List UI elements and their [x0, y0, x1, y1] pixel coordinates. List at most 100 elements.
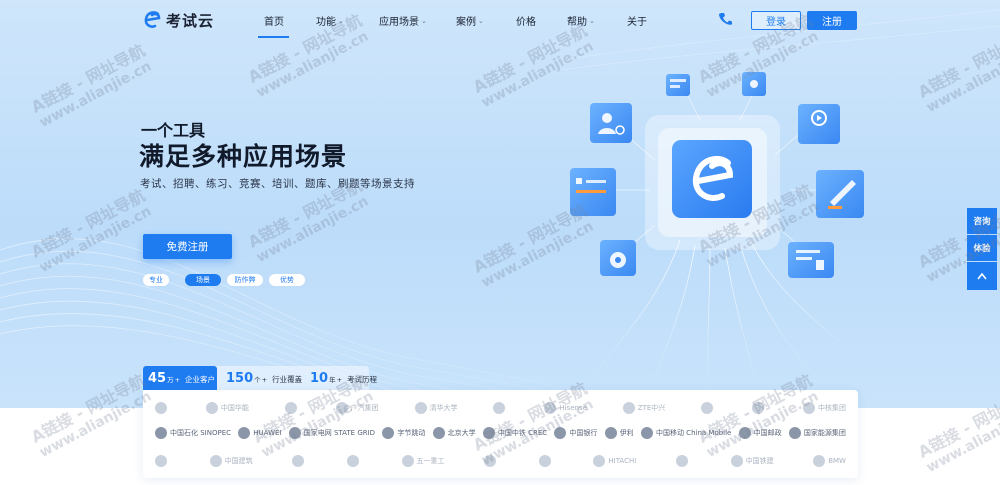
client-logo-text: 中国铁建	[745, 457, 774, 465]
nav-item-about[interactable]: 关于	[627, 13, 647, 28]
nav-item-help[interactable]: 帮助 ⌄	[567, 13, 595, 29]
client-logo-icon	[401, 455, 414, 467]
nav-item-label: 价格	[516, 17, 536, 28]
chevron-down-icon: ⌄	[338, 16, 344, 25]
client-logo-icon	[155, 402, 167, 414]
client-logo-icon	[284, 402, 297, 414]
hero-title: 满足多种应用场景	[139, 142, 348, 171]
client-logo: 中国华能	[205, 396, 249, 420]
client-logo	[752, 396, 767, 420]
client-logo-icon	[604, 427, 617, 439]
client-logo: BMW	[813, 449, 846, 473]
client-logo-text: 中国邮政	[753, 429, 782, 437]
nav-item-features[interactable]: 功能 ⌄	[316, 13, 344, 29]
client-logo-row: 中国石化 SINOPEC HUAWEI 国家电网 STATE GRID 字节跳动 北京大…	[143, 421, 858, 445]
client-logo: Hisense	[544, 396, 587, 420]
client-logo: 中国银行	[554, 421, 597, 445]
client-logo: 国家电网 STATE GRID	[288, 421, 375, 445]
client-logo: 中国石化 SINOPEC	[155, 421, 231, 445]
client-logo-icon	[382, 427, 395, 439]
stat-clients[interactable]: 45 万 + 企业客户	[148, 371, 215, 386]
client-logo-icon	[155, 455, 167, 467]
client-logo-icon	[335, 402, 348, 414]
nav-active-indicator	[258, 36, 289, 38]
client-logo-icon	[544, 402, 557, 414]
client-logo-icon	[538, 455, 551, 467]
nav-item-cases[interactable]: 案例 ⌄	[456, 13, 484, 29]
client-logo-text: 广汽集团	[350, 404, 379, 412]
scenario-hub-illustration	[570, 72, 864, 396]
stat-industries[interactable]: 150 个 + 行业覆盖	[226, 371, 302, 386]
client-logo-row: 中国华能 广汽集团 清华大学 Hisense ZTE中兴 中核集团	[143, 396, 858, 420]
client-logo-text: 中国移动 China Mobile	[655, 429, 732, 437]
nav-item-home[interactable]: 首页	[264, 13, 284, 28]
tag-anti-cheat[interactable]: 防作弊	[227, 274, 263, 286]
client-logo-text: HUAWEI	[253, 429, 282, 437]
client-logo-icon	[730, 455, 743, 467]
client-logo-text: 清华大学	[429, 404, 458, 412]
nav-item-scenarios[interactable]: 应用场景 ⌄	[379, 13, 427, 29]
brand-logo[interactable]: 考试云	[143, 9, 214, 31]
client-logo-icon	[738, 427, 751, 439]
client-logo-text: 中国石化 SINOPEC	[170, 429, 232, 437]
client-logo-row: 中国建筑 五一重工 HITACHI 中国铁建 BMW	[143, 449, 858, 473]
nav-item-pricing[interactable]: 价格	[516, 13, 536, 28]
client-logo: 中国邮政	[738, 421, 782, 445]
client-logo: 伊利	[604, 421, 634, 445]
client-logo-text: BMW	[828, 457, 846, 465]
brand-name: 考试云	[166, 11, 215, 30]
client-logo-text: 中核集团	[817, 404, 846, 412]
client-logo-text: 中国华能	[220, 404, 249, 412]
stat-plus: +	[174, 376, 181, 384]
client-logo-icon	[238, 427, 251, 439]
client-logo-icon	[493, 402, 506, 414]
consult-side-tab[interactable]: 咨询	[967, 208, 997, 234]
nav-item-label: 关于	[627, 17, 647, 28]
tag-professional[interactable]: 专业	[143, 274, 169, 286]
stat-label: 行业覆盖	[272, 375, 303, 384]
client-logo-text: ZTE中兴	[637, 404, 666, 412]
tag-advantages[interactable]: 优势	[269, 274, 305, 286]
client-logo	[284, 396, 300, 420]
client-logo: 国家能源集团	[788, 421, 846, 445]
client-logo: 中国移动 China Mobile	[640, 421, 732, 445]
client-logo: 字节跳动	[382, 421, 425, 445]
client-logo-icon	[205, 402, 218, 414]
client-logo: 中国建筑	[209, 449, 253, 473]
stat-number: 45	[148, 371, 167, 386]
scroll-top-side-tab[interactable]	[967, 262, 997, 290]
client-logo-icon	[155, 427, 167, 439]
free-register-button[interactable]: 免费注册	[143, 234, 232, 259]
client-logo-icon	[752, 402, 765, 414]
register-button[interactable]: 注册	[807, 11, 857, 30]
client-logo-text: 字节跳动	[397, 429, 426, 437]
client-logo-text: Hisense	[559, 404, 587, 412]
nav-item-label: 首页	[264, 17, 284, 28]
stat-years[interactable]: 10 年 + 考试历程	[310, 371, 377, 386]
client-logo-icon	[484, 455, 497, 467]
client-logo-icon	[701, 402, 714, 414]
client-logo: HITACHI	[593, 449, 636, 473]
chevron-down-icon: ⌄	[478, 16, 484, 25]
tag-scenarios[interactable]: 场景	[185, 274, 221, 286]
client-logo-text: 中国银行	[569, 429, 598, 437]
client-logo	[292, 449, 307, 473]
client-logo-icon	[209, 455, 222, 467]
nav-item-label: 帮助	[567, 17, 587, 28]
stat-unit: 万	[167, 376, 174, 384]
client-logo	[155, 449, 170, 473]
client-logo: 北京大学	[432, 421, 476, 445]
chevron-up-icon	[977, 272, 987, 280]
login-button[interactable]: 登录	[751, 11, 801, 30]
stat-label: 企业客户	[185, 375, 216, 384]
client-logo-icon	[346, 455, 359, 467]
client-logo-text: 国家能源集团	[803, 429, 846, 437]
stat-plus: +	[336, 376, 343, 384]
trial-side-tab[interactable]: 体验	[967, 235, 997, 261]
client-logo	[493, 396, 508, 420]
chevron-down-icon: ⌄	[589, 16, 595, 25]
top-navigation: 考试云 首页 功能 ⌄ 应用场景 ⌄ 案例 ⌄ 价格 帮助 ⌄ 关于 登录 注册	[0, 0, 1000, 40]
phone-icon[interactable]	[718, 11, 732, 27]
client-logo-text: 北京大学	[447, 429, 476, 437]
client-logo-icon	[292, 455, 305, 467]
